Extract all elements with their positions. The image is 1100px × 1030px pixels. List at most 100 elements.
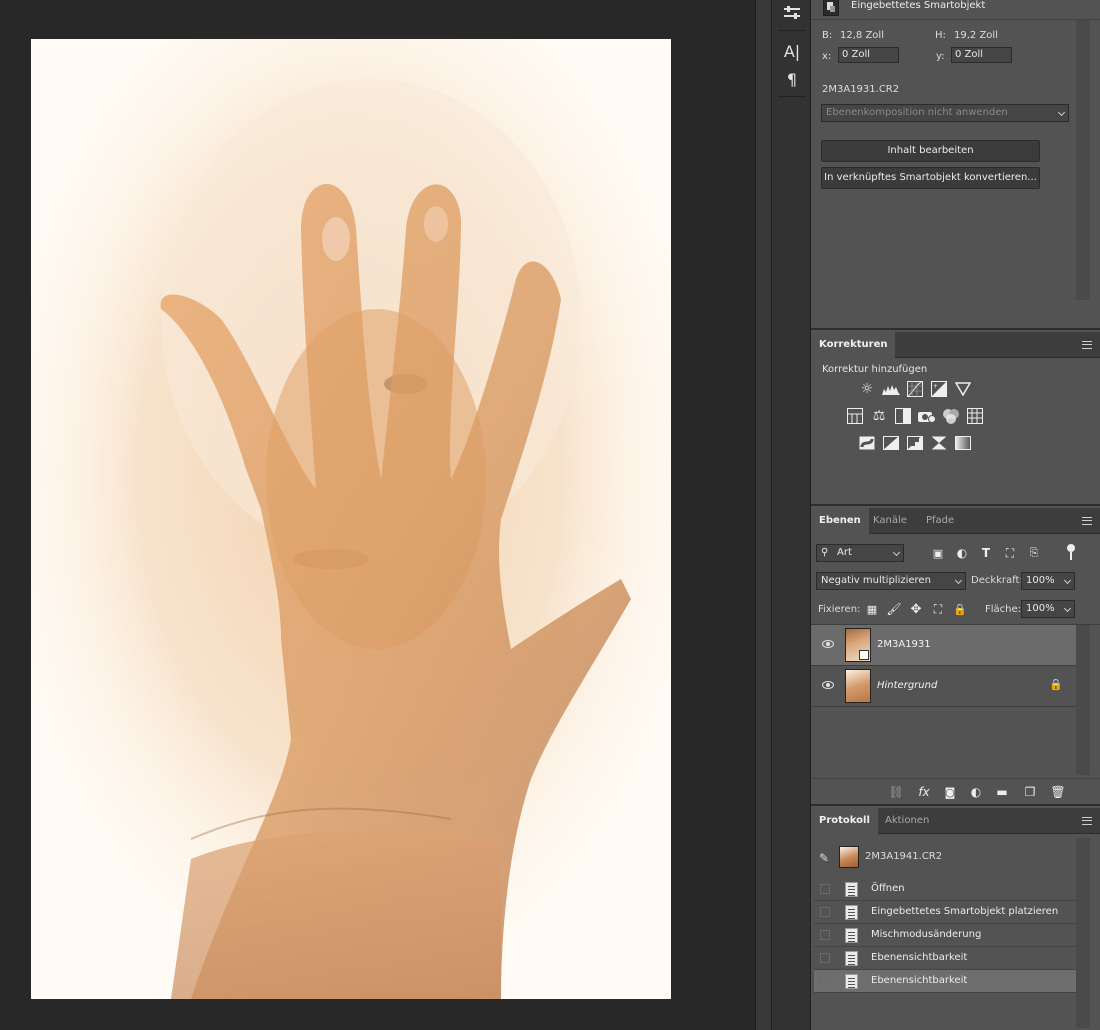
history-item[interactable]: Ebenensichtbarkeit <box>814 970 1076 993</box>
edit-contents-button[interactable]: Inhalt bearbeiten <box>821 140 1040 162</box>
properties-sliders-icon[interactable] <box>772 0 812 26</box>
curves-icon[interactable] <box>906 380 924 398</box>
tab-adjustments[interactable]: Korrekturen <box>811 332 896 358</box>
lock-brush-icon[interactable]: 🖌 <box>885 600 903 618</box>
filter-toggle-switch[interactable] <box>1067 544 1075 552</box>
filter-shape-icon[interactable]: ⛶ <box>1001 544 1019 562</box>
history-checkbox[interactable] <box>820 884 830 894</box>
lock-transparency-icon[interactable]: ▦ <box>863 600 881 618</box>
lock-artboard-icon[interactable]: ⛶ <box>929 600 947 618</box>
lock-all-icon[interactable]: 🔒 <box>951 600 969 618</box>
color-balance-icon[interactable]: ⚖ <box>870 407 888 425</box>
link-layers-icon[interactable]: ⛓ <box>887 783 905 801</box>
tab-channels[interactable]: Kanäle <box>865 508 915 534</box>
history-item[interactable]: Mischmodusänderung <box>814 924 1076 947</box>
lock-label: Fixieren: <box>818 604 861 615</box>
properties-scrollbar[interactable] <box>1076 20 1090 300</box>
y-position-field[interactable]: 0 Zoll <box>951 47 1012 63</box>
layers-footer: ⛓ fx ◙ ◐ ▬ ❐ 🗑 <box>811 778 1100 804</box>
layers-scrollbar[interactable] <box>1076 625 1090 775</box>
svg-text:+: + <box>933 383 938 390</box>
gradient-map-icon[interactable] <box>954 434 972 452</box>
color-lookup-icon[interactable] <box>966 407 984 425</box>
history-brush-icon[interactable]: ✎ <box>819 851 829 865</box>
filter-adjustment-icon[interactable]: ◐ <box>953 544 971 562</box>
add-mask-icon[interactable]: ◙ <box>941 783 959 801</box>
new-layer-icon[interactable]: ❐ <box>1021 783 1039 801</box>
black-white-icon[interactable] <box>894 407 912 425</box>
snapshot-thumbnail[interactable] <box>839 846 859 868</box>
history-tabbar: Protokoll Aktionen <box>811 808 1100 834</box>
tab-layers[interactable]: Ebenen <box>811 508 869 534</box>
panel-menu-icon[interactable] <box>1082 817 1092 825</box>
filter-pixel-icon[interactable]: ▣ <box>929 544 947 562</box>
blend-mode-select[interactable]: Negativ multiplizieren <box>816 572 966 590</box>
chevron-down-icon <box>954 576 963 585</box>
convert-linked-button[interactable]: In verknüpftes Smartobjekt konvertieren.… <box>821 167 1040 189</box>
exposure-icon[interactable]: + <box>930 380 948 398</box>
adjustments-panel: Korrekturen Korrektur hinzufügen ☼ + ⚖ <box>811 332 1100 506</box>
right-panels: Eingebettetes Smartobjekt B: 12,8 Zoll H… <box>811 0 1100 1030</box>
history-step-icon <box>845 905 858 920</box>
opacity-label: Deckkraft: <box>971 575 1023 586</box>
history-step-icon <box>845 974 858 989</box>
history-item[interactable]: Öffnen <box>814 878 1076 901</box>
history-checkbox[interactable] <box>820 930 830 940</box>
fill-label: Fläche: <box>985 604 1022 615</box>
layer-row[interactable]: Hintergrund 🔒 <box>811 666 1076 707</box>
visibility-eye-icon[interactable] <box>822 681 834 689</box>
layer-filter-select[interactable]: ⚲ Art <box>816 544 904 562</box>
tab-history[interactable]: Protokoll <box>811 808 878 834</box>
opacity-value: 100% <box>1026 575 1055 586</box>
fill-field[interactable]: 100% <box>1021 600 1075 618</box>
history-checkbox[interactable] <box>820 907 830 917</box>
canvas-area[interactable] <box>0 0 755 1030</box>
filter-type-icon[interactable]: T <box>977 544 995 562</box>
linked-filename: 2M3A1931.CR2 <box>822 84 900 95</box>
tab-paths[interactable]: Pfade <box>918 508 962 534</box>
paragraph-icon[interactable]: ¶ <box>772 66 812 92</box>
panel-menu-icon[interactable] <box>1082 517 1092 525</box>
panel-menu-icon[interactable] <box>1082 341 1092 349</box>
posterize-icon[interactable] <box>882 434 900 452</box>
new-adjustment-icon[interactable]: ◐ <box>967 783 985 801</box>
photo-filter-icon[interactable] <box>918 407 936 425</box>
document-image[interactable] <box>31 39 671 999</box>
layer-row[interactable]: 2M3A1931 <box>811 625 1076 666</box>
lock-icon: 🔒 <box>1049 678 1063 691</box>
fill-value: 100% <box>1026 603 1055 614</box>
character-icon[interactable]: A| <box>772 38 812 64</box>
hue-saturation-icon[interactable] <box>846 407 864 425</box>
history-scrollbar[interactable] <box>1076 838 1090 1028</box>
invert-icon[interactable] <box>858 434 876 452</box>
height-value: 19,2 Zoll <box>954 30 998 41</box>
x-position-field[interactable]: 0 Zoll <box>838 47 899 63</box>
history-item-label: Öffnen <box>871 883 905 894</box>
threshold-icon[interactable] <box>906 434 924 452</box>
panel-divider[interactable] <box>755 0 771 1030</box>
brightness-contrast-icon[interactable]: ☼ <box>858 380 876 398</box>
selective-color-icon[interactable] <box>930 434 948 452</box>
smart-object-icon <box>823 0 839 16</box>
layer-name: 2M3A1931 <box>877 639 931 650</box>
new-group-icon[interactable]: ▬ <box>993 783 1011 801</box>
history-checkbox[interactable] <box>820 976 830 986</box>
history-item[interactable]: Eingebettetes Smartobjekt platzieren <box>814 901 1076 924</box>
history-panel: Protokoll Aktionen ✎ 2M3A1941.CR2 Öffnen… <box>811 808 1100 1030</box>
history-checkbox[interactable] <box>820 953 830 963</box>
adjustments-tabbar: Korrekturen <box>811 332 1100 358</box>
channel-mixer-icon[interactable] <box>942 407 960 425</box>
history-item[interactable]: Ebenensichtbarkeit <box>814 947 1076 970</box>
fx-icon[interactable]: fx <box>915 783 933 801</box>
history-step-icon <box>845 882 858 897</box>
filter-smartobject-icon[interactable]: ⎘ <box>1025 544 1043 562</box>
vibrance-icon[interactable] <box>954 380 972 398</box>
layer-comp-select[interactable]: Ebenenkomposition nicht anwenden <box>821 104 1069 122</box>
levels-icon[interactable] <box>882 380 900 398</box>
tab-actions[interactable]: Aktionen <box>877 808 937 834</box>
opacity-field[interactable]: 100% <box>1021 572 1075 590</box>
lock-position-icon[interactable]: ✥ <box>907 600 925 618</box>
panel-toolstrip: A| ¶ <box>771 0 811 1030</box>
delete-layer-icon[interactable]: 🗑 <box>1049 783 1067 801</box>
visibility-eye-icon[interactable] <box>822 640 834 648</box>
